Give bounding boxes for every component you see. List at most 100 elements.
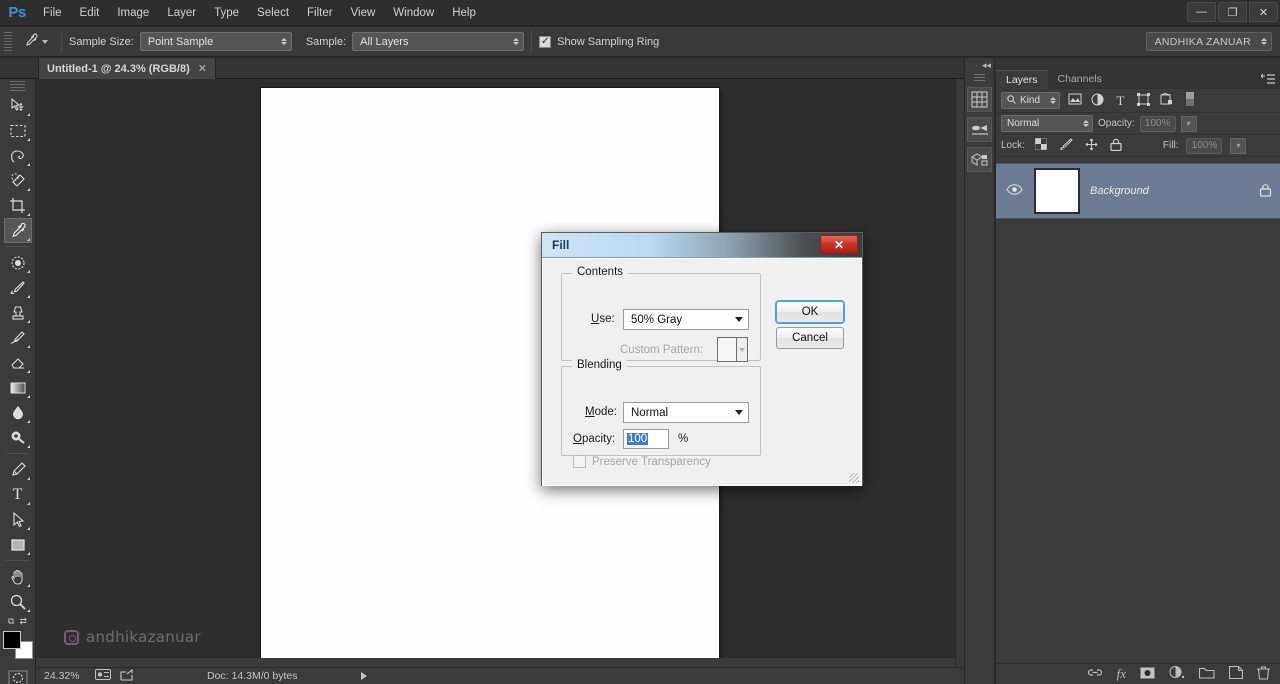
quick-mask-toggle[interactable] <box>4 665 32 684</box>
show-sampling-ring-checkbox[interactable]: ✓ Show Sampling Ring <box>539 36 665 48</box>
preserve-transparency-checkbox[interactable]: Preserve Transparency <box>573 455 711 468</box>
lasso-tool[interactable] <box>4 143 32 168</box>
dodge-tool[interactable] <box>4 425 32 450</box>
restore-button[interactable]: ❐ <box>1218 2 1247 22</box>
rectangular-marquee-tool[interactable] <box>4 118 32 143</box>
dialog-resize-grip[interactable] <box>849 473 859 483</box>
options-bar-grip[interactable] <box>4 32 12 52</box>
menu-layer[interactable]: Layer <box>158 0 205 26</box>
layer-fill-chevron-down-icon[interactable]: ▾ <box>1230 138 1246 154</box>
filter-smart-objects-icon[interactable] <box>1158 93 1175 109</box>
quick-selection-tool[interactable] <box>4 168 32 193</box>
crop-tool[interactable] <box>4 193 32 218</box>
tab-layers[interactable]: Layers <box>996 70 1048 89</box>
menu-file[interactable]: File <box>34 0 71 26</box>
zoom-tool[interactable] <box>4 589 32 614</box>
minimize-button[interactable]: — <box>1187 2 1216 22</box>
tools-panel-grip[interactable] <box>10 81 25 91</box>
filter-adjustment-layers-icon[interactable] <box>1089 93 1106 109</box>
hand-tool[interactable] <box>4 564 32 589</box>
close-icon[interactable]: ✕ <box>820 235 858 254</box>
clone-stamp-tool[interactable] <box>4 300 32 325</box>
use-select[interactable]: 50% Gray <box>623 309 749 330</box>
path-selection-tool[interactable] <box>4 507 32 532</box>
menu-window[interactable]: Window <box>384 0 443 26</box>
zoom-level[interactable]: 24.32% <box>44 670 86 682</box>
layer-thumbnail[interactable] <box>1034 168 1080 214</box>
rectangle-tool[interactable] <box>4 532 32 557</box>
tool-preset-chevron-down-icon[interactable] <box>42 40 48 44</box>
styles-panel-icon[interactable] <box>967 147 992 172</box>
color-panel-icon[interactable] <box>967 87 992 112</box>
new-adjustment-layer-icon[interactable] <box>1169 666 1185 682</box>
layer-blend-mode-select[interactable]: Normal <box>1001 115 1093 132</box>
dock-grip[interactable] <box>974 74 985 82</box>
custom-pattern-swatch[interactable] <box>717 337 748 362</box>
foreground-color-swatch[interactable] <box>3 631 21 649</box>
layer-filter-spinner-icon[interactable] <box>1050 97 1056 104</box>
new-group-icon[interactable] <box>1199 667 1215 682</box>
sample-size-spinner-icon[interactable] <box>281 38 287 45</box>
color-swatches[interactable] <box>3 631 33 659</box>
layer-name[interactable]: Background <box>1090 185 1249 197</box>
menu-help[interactable]: Help <box>443 0 485 26</box>
new-layer-icon[interactable] <box>1229 666 1243 682</box>
swap-colors-icon[interactable]: ⇄ <box>19 616 27 627</box>
layer-opacity-value[interactable]: 100% <box>1140 116 1176 132</box>
filter-pixel-layers-icon[interactable] <box>1066 93 1083 108</box>
delete-layer-icon[interactable] <box>1257 666 1270 683</box>
sample-size-select[interactable]: Point Sample <box>140 32 292 51</box>
sample-select[interactable]: All Layers <box>352 32 524 51</box>
filter-type-layers-icon[interactable]: T <box>1112 93 1129 109</box>
menu-edit[interactable]: Edit <box>71 0 109 26</box>
filter-shape-layers-icon[interactable] <box>1135 93 1152 109</box>
pen-tool[interactable] <box>4 457 32 482</box>
menu-type[interactable]: Type <box>205 0 248 26</box>
spot-healing-brush-tool[interactable] <box>4 250 32 275</box>
canvas-horizontal-scrollbar[interactable] <box>36 658 955 667</box>
layer-fill-value[interactable]: 100% <box>1186 138 1222 154</box>
layer-filter-kind-select[interactable]: Kind <box>1001 92 1060 109</box>
menu-view[interactable]: View <box>342 0 385 26</box>
menu-image[interactable]: Image <box>108 0 158 26</box>
eraser-tool[interactable] <box>4 350 32 375</box>
layer-visibility-icon[interactable] <box>1004 184 1024 198</box>
lock-all-icon[interactable] <box>1108 138 1125 154</box>
eyedropper-tool[interactable] <box>4 218 32 243</box>
tab-channels[interactable]: Channels <box>1048 70 1112 89</box>
sample-spinner-icon[interactable] <box>513 38 519 45</box>
blur-tool[interactable] <box>4 400 32 425</box>
link-layers-icon[interactable] <box>1087 667 1103 681</box>
fill-dialog-title-bar[interactable]: Fill ✕ <box>542 233 862 258</box>
history-brush-tool[interactable] <box>4 325 32 350</box>
opacity-input[interactable]: 100 <box>623 429 669 449</box>
gradient-tool[interactable] <box>4 375 32 400</box>
panel-menu-icon[interactable] <box>1261 74 1275 87</box>
tool-preset-picker[interactable] <box>17 33 54 51</box>
brush-tool[interactable] <box>4 275 32 300</box>
workspace-switcher[interactable]: ANDHIKA ZANUAR <box>1146 32 1272 51</box>
lock-image-pixels-icon[interactable] <box>1058 138 1075 154</box>
adjustments-panel-icon[interactable] <box>967 117 992 142</box>
move-tool[interactable] <box>4 93 32 118</box>
filter-toggle-icon[interactable] <box>1181 91 1198 110</box>
blend-mode-spinner-icon[interactable] <box>1083 120 1089 127</box>
add-layer-mask-icon[interactable] <box>1140 667 1155 682</box>
status-share-icon[interactable] <box>120 669 134 684</box>
lock-position-icon[interactable] <box>1083 138 1100 154</box>
cancel-button[interactable]: Cancel <box>776 327 844 349</box>
ok-button[interactable]: OK <box>776 301 844 323</box>
menu-select[interactable]: Select <box>248 0 298 26</box>
layer-style-icon[interactable]: fx <box>1117 666 1126 682</box>
canvas-vertical-scrollbar[interactable] <box>955 79 964 667</box>
lock-transparent-pixels-icon[interactable] <box>1033 138 1050 153</box>
collapse-panels-icon[interactable]: ◂◂ <box>965 58 994 72</box>
mode-select[interactable]: Normal <box>623 402 749 423</box>
layer-opacity-chevron-down-icon[interactable]: ▾ <box>1181 116 1197 132</box>
close-icon[interactable]: ✕ <box>198 62 207 75</box>
document-tab[interactable]: Untitled-1 @ 24.3% (RGB/8) ✕ <box>38 58 216 79</box>
fill-dialog[interactable]: Fill ✕ Contents Use: 50% Gray Custom Pat… <box>541 232 863 486</box>
layer-row-background[interactable]: Background <box>996 163 1280 219</box>
workspace-spinner-icon[interactable] <box>1261 38 1267 45</box>
status-menu-arrow-icon[interactable] <box>361 672 367 680</box>
